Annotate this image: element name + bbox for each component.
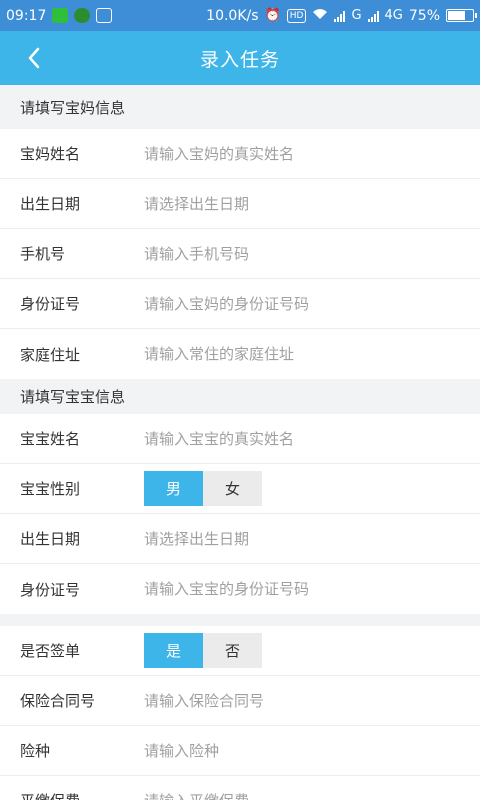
baby-gender-selector: 男 女 <box>144 471 262 506</box>
mother-address-label: 家庭住址 <box>20 345 81 364</box>
wechat-icon <box>52 8 69 23</box>
baby-section-header: 请填写宝宝信息 <box>0 379 480 414</box>
mother-birth-date-picker[interactable] <box>124 194 480 213</box>
mother-birth-row: 出生日期 <box>0 179 480 229</box>
mother-section-header: 请填写宝妈信息 <box>0 85 480 129</box>
signed-yes-option[interactable]: 是 <box>144 633 203 668</box>
nav-bar: 录入任务 <box>0 31 480 85</box>
network-type-g: G <box>351 8 362 23</box>
gallery-icon <box>96 8 113 23</box>
signed-row: 是否签单 是 否 <box>0 626 480 676</box>
insurance-type-label: 险种 <box>20 742 51 760</box>
insurance-type-row: 险种 <box>0 726 480 776</box>
network-speed: 10.0K/s <box>206 7 259 24</box>
baby-id-label: 身份证号 <box>20 580 81 599</box>
baby-name-row: 宝宝姓名 <box>0 414 480 464</box>
contract-no-label: 保险合同号 <box>20 692 96 710</box>
mother-name-label: 宝妈姓名 <box>20 145 81 163</box>
signed-label: 是否签单 <box>20 642 81 660</box>
signed-no-option[interactable]: 否 <box>203 633 262 668</box>
gender-male-option[interactable]: 男 <box>144 471 203 506</box>
mother-id-label: 身份证号 <box>20 295 81 313</box>
mother-phone-input[interactable] <box>124 244 480 263</box>
section-divider <box>0 614 480 626</box>
battery-percent: 75% <box>408 7 440 24</box>
premium-row: 平缴保费 <box>0 776 480 800</box>
baby-birth-row: 出生日期 <box>0 514 480 564</box>
network-type-4g: 4G <box>384 8 403 23</box>
mother-name-row: 宝妈姓名 <box>0 129 480 179</box>
baby-gender-label: 宝宝性别 <box>20 480 81 498</box>
baby-id-input[interactable] <box>124 580 480 598</box>
app-notification-icon <box>74 8 91 23</box>
page-title: 录入任务 <box>199 48 280 71</box>
premium-label: 平缴保费 <box>0 790 124 800</box>
alarm-icon: ⏰ <box>264 8 281 23</box>
baby-birth-date-picker[interactable] <box>124 529 480 548</box>
signal-strength-icon-2 <box>367 10 379 22</box>
mother-id-input[interactable] <box>124 294 480 313</box>
signed-selector: 是 否 <box>144 633 262 668</box>
baby-id-row: 身份证号 <box>0 564 480 614</box>
baby-birth-label: 出生日期 <box>20 530 81 548</box>
mother-address-input[interactable] <box>124 345 480 363</box>
signal-strength-icon <box>334 10 346 22</box>
mother-phone-label: 手机号 <box>20 245 66 263</box>
contract-no-row: 保险合同号 <box>0 676 480 726</box>
hd-badge: HD <box>286 8 307 23</box>
mother-name-input[interactable] <box>124 144 480 163</box>
chevron-left-icon <box>28 47 40 69</box>
baby-name-label: 宝宝姓名 <box>20 430 81 448</box>
premium-input[interactable] <box>124 791 480 800</box>
baby-gender-row: 宝宝性别 男 女 <box>0 464 480 514</box>
form-content[interactable]: 请填写宝妈信息 宝妈姓名 出生日期 手机号 身份证号 家庭住址 请填写宝宝信息 … <box>0 85 480 800</box>
status-bar: 09:17 10.0K/s ⏰ HD G 4G 75% <box>0 0 480 31</box>
status-time: 09:17 <box>6 7 47 24</box>
gender-female-option[interactable]: 女 <box>203 471 262 506</box>
mother-address-row: 家庭住址 <box>0 329 480 379</box>
wifi-icon <box>312 8 328 24</box>
mother-phone-row: 手机号 <box>0 229 480 279</box>
mother-birth-label: 出生日期 <box>20 195 81 213</box>
battery-icon <box>446 9 477 22</box>
mother-id-row: 身份证号 <box>0 279 480 329</box>
battery-fill <box>448 11 465 20</box>
insurance-type-input[interactable] <box>124 741 480 760</box>
baby-name-input[interactable] <box>124 429 480 448</box>
back-button[interactable] <box>16 31 52 85</box>
contract-no-input[interactable] <box>124 691 480 710</box>
